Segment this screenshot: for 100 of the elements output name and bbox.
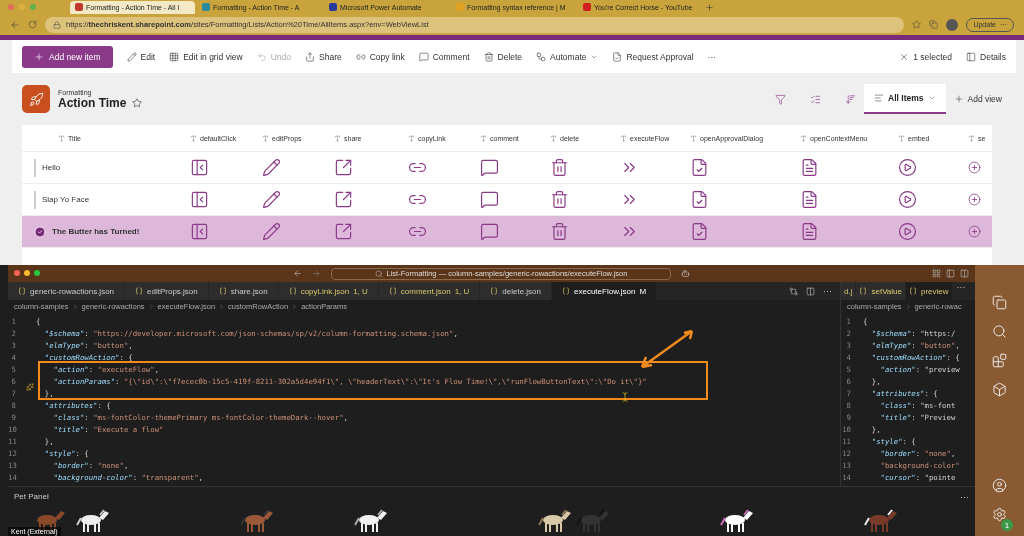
comment-icon — [418, 51, 429, 62]
add-view-button[interactable]: Add view — [953, 94, 1002, 104]
file-check-icon — [690, 222, 709, 241]
tab-label: setValue — [871, 286, 902, 296]
command-button[interactable]: Request Approval — [612, 51, 694, 62]
more-button[interactable]: ··· — [823, 286, 832, 296]
text-column-icon — [480, 134, 487, 142]
split-icon — [960, 269, 969, 278]
file-check-icon — [612, 51, 623, 62]
file-check-icon — [690, 158, 709, 177]
braces-icon — [859, 287, 868, 295]
horse-icon — [354, 509, 388, 533]
close-icon — [899, 51, 910, 62]
editor-tab[interactable]: d.j — [841, 282, 857, 300]
editor-tab[interactable]: editProps.json — [125, 282, 209, 300]
command-button[interactable]: Automate — [536, 51, 599, 62]
details-button[interactable]: Details — [966, 51, 1006, 62]
chevron-down-icon — [927, 94, 936, 102]
text-column-icon — [334, 134, 341, 142]
back-icon — [293, 269, 302, 278]
title-cell[interactable]: Hello — [42, 163, 61, 172]
braces-icon — [388, 287, 397, 295]
text-column-icon — [550, 134, 557, 142]
plus-icon — [34, 51, 44, 62]
command-button[interactable]: Edit in grid view — [169, 51, 243, 62]
text-column-icon — [620, 134, 627, 142]
git-status-label: 1, U — [454, 286, 470, 296]
list-title: Action Time — [58, 95, 127, 110]
lock-icon — [53, 20, 61, 29]
editor-tab[interactable]: preview — [906, 282, 953, 300]
filter-icon — [775, 93, 787, 105]
add-new-item-button[interactable]: Add new item — [22, 45, 113, 68]
editor-tab[interactable]: setValue — [856, 282, 906, 300]
braces-icon — [288, 287, 297, 295]
list-row[interactable]: The Butter has Turned! — [22, 216, 992, 248]
pencil-icon — [262, 190, 281, 209]
notification-badge: 1 — [1001, 519, 1013, 531]
horse-icon — [240, 509, 274, 533]
horse-icon — [720, 509, 754, 533]
document-icon — [800, 158, 819, 177]
editor-tab[interactable]: copyLink.json 1, U — [278, 282, 379, 300]
document-icon — [800, 190, 819, 209]
text-column-icon — [968, 134, 975, 142]
more-button[interactable]: ··· — [707, 51, 717, 62]
text-column-icon — [408, 134, 415, 142]
more-button[interactable]: ··· — [952, 282, 970, 300]
tab-label: preview — [921, 286, 949, 296]
search-icon — [992, 324, 1007, 339]
command-button[interactable]: Copy link — [355, 51, 405, 62]
editor-tab[interactable]: executeFlow.json M — [552, 282, 658, 300]
list-row[interactable]: Hello — [22, 152, 992, 184]
plus-icon — [953, 94, 964, 104]
editor-tab[interactable]: delete.json — [480, 282, 552, 300]
layout-icon — [932, 269, 941, 278]
share-icon — [334, 158, 353, 177]
profile-avatar[interactable] — [946, 18, 959, 31]
account-icon — [992, 478, 1007, 493]
title-cell[interactable]: The Butter has Turned! — [52, 227, 140, 236]
link-icon — [355, 51, 366, 62]
tab-label: generic-rowactions.json — [30, 286, 115, 296]
command-button[interactable]: Edit — [126, 51, 156, 62]
editor-tab[interactable]: comment.json 1, U — [378, 282, 481, 300]
trash-icon — [483, 51, 494, 62]
command-button[interactable]: Share — [305, 51, 342, 62]
braces-icon — [562, 287, 570, 295]
tab-label: editProps.json — [147, 286, 198, 296]
settings-icon — [992, 507, 1007, 522]
file-check-icon — [690, 190, 709, 209]
git-status-label: M — [639, 286, 647, 296]
braces-icon — [218, 287, 227, 295]
editor-tab[interactable]: share.json — [208, 282, 279, 300]
panel-icon — [966, 51, 976, 62]
search-icon — [374, 269, 383, 278]
git-status-label: 1, U — [353, 286, 368, 296]
clear-selection-button[interactable]: 1 selected — [899, 51, 952, 62]
braces-icon — [135, 287, 144, 295]
check-circle-icon — [34, 225, 46, 238]
comment-icon — [480, 158, 499, 177]
braces-icon — [18, 287, 26, 295]
sparkle-icon — [26, 383, 34, 391]
split-icon — [806, 286, 815, 296]
more-button[interactable]: ··· — [960, 491, 969, 502]
tab-label: share.json — [230, 286, 268, 296]
box-icon — [992, 382, 1007, 397]
sidebar-icon — [946, 269, 955, 278]
refresh-icon — [28, 20, 37, 29]
compare-icon — [789, 286, 798, 296]
collections-icon — [929, 20, 939, 29]
editor-tab[interactable]: generic-rowactions.json — [8, 282, 126, 300]
command-button[interactable]: Comment — [418, 51, 470, 62]
panel-title[interactable]: Pet Panel — [14, 492, 49, 501]
text-column-icon — [898, 134, 905, 142]
view-tab[interactable]: All Items — [864, 84, 946, 114]
tab-label: comment.json — [400, 286, 451, 296]
new-tab-icon — [705, 2, 714, 12]
pencil-icon — [262, 222, 281, 241]
command-button[interactable]: Delete — [483, 51, 523, 62]
text-column-icon — [690, 134, 697, 142]
title-cell[interactable]: Slap Yo Face — [42, 195, 90, 204]
braces-icon — [490, 287, 499, 295]
